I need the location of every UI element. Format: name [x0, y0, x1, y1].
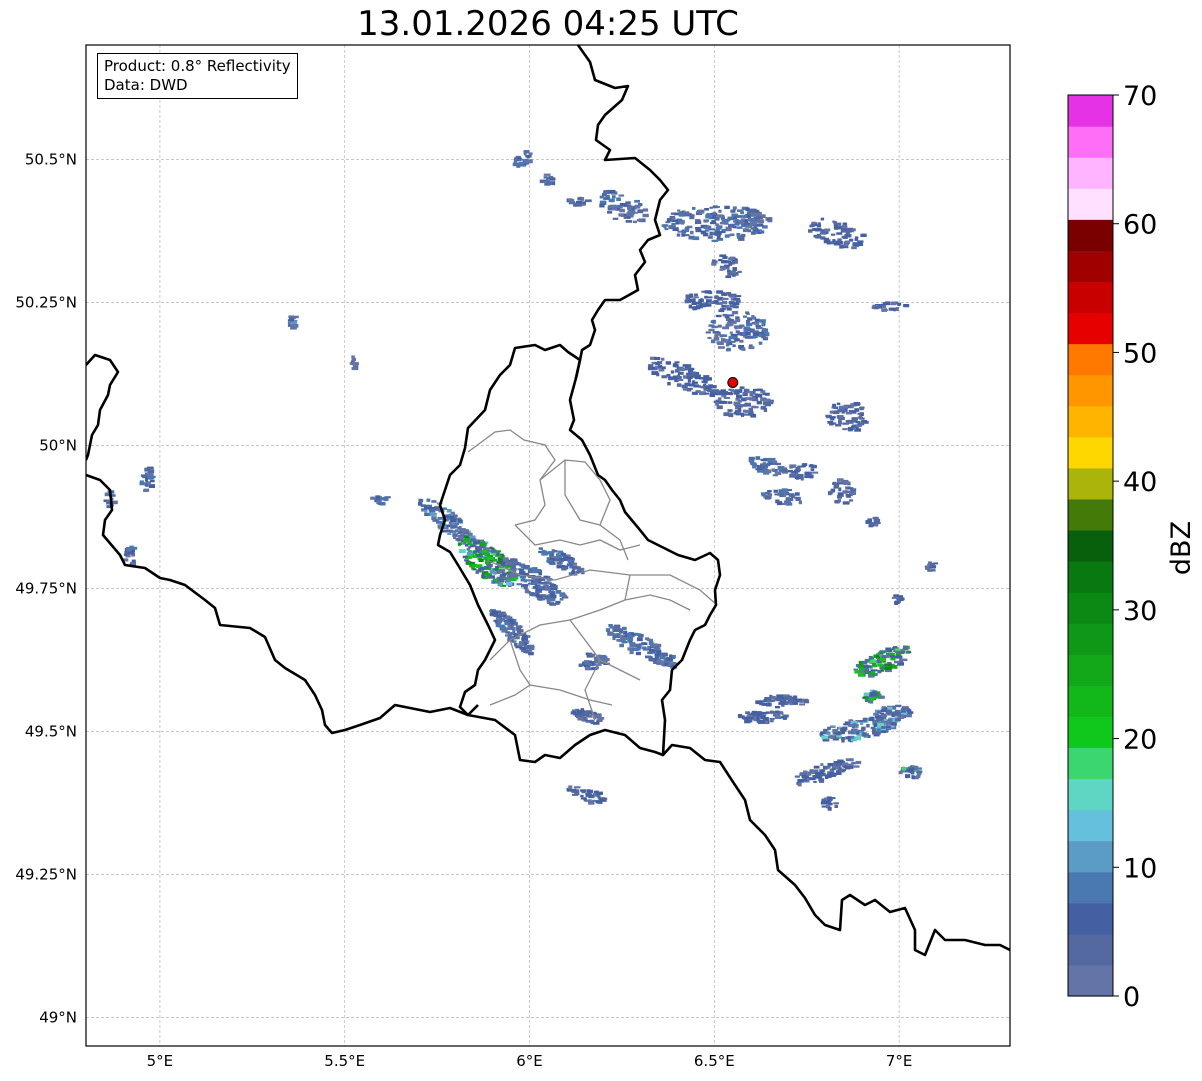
- colorbar-tick-label: 20: [1123, 725, 1157, 756]
- canton-boundary: [514, 524, 641, 551]
- product-text: Product: 0.8° Reflectivity: [104, 57, 291, 75]
- graticule: [86, 45, 1010, 1046]
- colorbar-segment: [1068, 561, 1113, 593]
- colorbar: 0 10 20 30 40 50 60 70: [1067, 81, 1157, 1013]
- colorbar-segment: [1068, 281, 1113, 314]
- colorbar-tick-label: 70: [1123, 81, 1157, 112]
- colorbar-tick-label: 50: [1123, 338, 1157, 369]
- lat-tick-label: 50.5°N: [25, 150, 77, 168]
- lon-tick-label: 5.5°E: [324, 1052, 365, 1070]
- colorbar-segment: [1068, 654, 1113, 686]
- border-france-north: [86, 473, 1010, 957]
- colorbar-tick-label: 40: [1123, 467, 1157, 498]
- data-source-text: Data: DWD: [104, 76, 188, 94]
- colorbar-segment: [1068, 840, 1113, 873]
- colorbar-segment: [1068, 964, 1113, 997]
- colorbar-segment: [1068, 188, 1113, 220]
- lon-tick-label: 5°E: [147, 1052, 174, 1070]
- colorbar-segment: [1068, 933, 1113, 966]
- canton-boundary: [624, 594, 691, 611]
- colorbar-label: dBZ: [1166, 521, 1197, 575]
- colorbar-segment: [1068, 405, 1113, 438]
- border-belgium-netherlands-west: [86, 353, 120, 461]
- lat-tick-label: 50.25°N: [15, 293, 77, 311]
- colorbar-tick-label: 10: [1123, 853, 1157, 884]
- latitude-ticks: 49°N 49.25°N 49.5°N 49.75°N 50°N 50.25°N 50.5°…: [15, 150, 77, 1026]
- lat-tick-label: 49.75°N: [15, 579, 77, 597]
- map-frame: [85, 44, 1011, 1047]
- radar-map-figure: 5°E 5.5°E 6°E 6.5°E 7°E 49°N 49.25°N 49.5°N 49.…: [15, 44, 1197, 1070]
- radar-echoes: [103, 150, 939, 811]
- canton-boundary: [467, 429, 556, 526]
- colorbar-segment: [1068, 529, 1113, 562]
- colorbar-segment: [1068, 312, 1113, 345]
- colorbar-tick-label: 30: [1123, 596, 1157, 627]
- colorbar-segment: [1068, 623, 1113, 655]
- colorbar-segment: [1068, 157, 1113, 189]
- lat-tick-label: 49.25°N: [15, 865, 77, 883]
- colorbar-segment: [1068, 902, 1113, 935]
- colorbar-segment: [1068, 219, 1113, 251]
- radar-site-marker: [727, 376, 739, 388]
- lon-tick-label: 6.5°E: [694, 1052, 735, 1070]
- colorbar-segment: [1068, 467, 1113, 500]
- colorbar-segment: [1068, 498, 1113, 531]
- product-info-box: Product: 0.8° Reflectivity Data: DWD: [97, 53, 298, 99]
- colorbar-segment: [1068, 126, 1113, 158]
- lat-tick-label: 49.5°N: [25, 722, 77, 740]
- colorbar-tick-label: 60: [1123, 210, 1157, 241]
- lat-tick-label: 50°N: [39, 436, 77, 454]
- colorbar-segment: [1068, 95, 1113, 127]
- colorbar-tick-label: 0: [1123, 982, 1140, 1013]
- longitude-ticks: 5°E 5.5°E 6°E 6.5°E 7°E: [147, 1052, 913, 1070]
- colorbar-segment: [1068, 747, 1113, 780]
- colorbar-segment: [1068, 374, 1113, 407]
- lon-tick-label: 6°E: [516, 1052, 543, 1070]
- colorbar-segment: [1068, 436, 1113, 469]
- colorbar-segment: [1068, 778, 1113, 811]
- colorbar-segment: [1068, 871, 1113, 904]
- canton-boundary: [539, 459, 629, 561]
- colorbar-segment: [1068, 343, 1113, 376]
- lon-tick-label: 7°E: [886, 1052, 913, 1070]
- colorbar-segment: [1068, 809, 1113, 842]
- canton-boundary: [489, 684, 531, 706]
- colorbar-segment: [1068, 685, 1113, 717]
- colorbar-segment: [1068, 250, 1113, 283]
- lat-tick-label: 49°N: [39, 1008, 77, 1026]
- colorbar-segment: [1068, 716, 1113, 749]
- colorbar-segment: [1068, 592, 1113, 624]
